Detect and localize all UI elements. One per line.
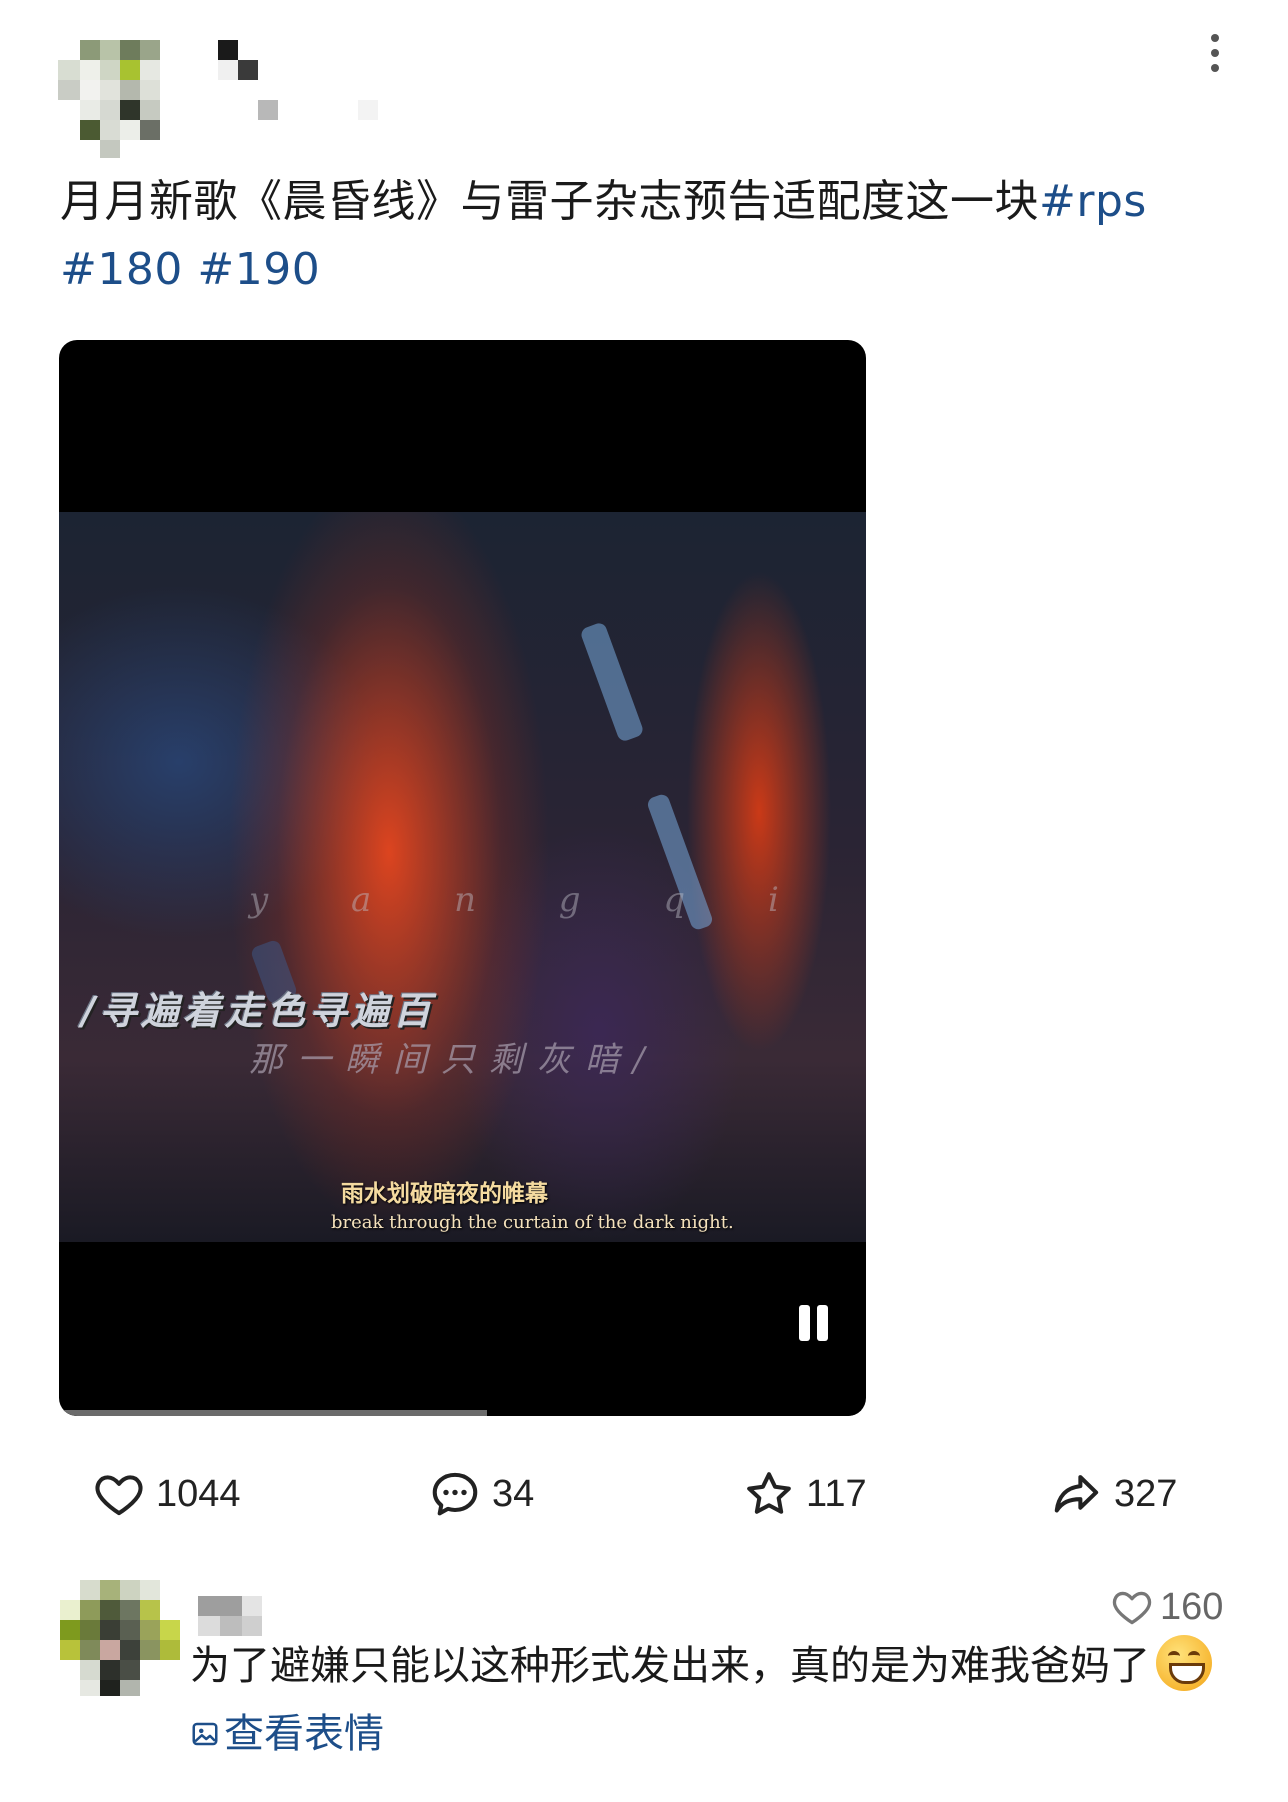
star-icon [747,1472,791,1514]
comment-body-text: 为了避嫌只能以这种形式发出来，真的是为难我爸妈了 [190,1643,1150,1689]
post-text: 月月新歌《晨昏线》与雷子杂志预告适配度这一块#rps #180 #190 [60,168,1220,304]
video-progress-track[interactable] [59,1410,866,1416]
video-watermark: y a n g q i [249,880,815,920]
comment-like-count: 160 [1160,1585,1224,1628]
grin-emoji-icon [1156,1635,1212,1691]
like-count: 1044 [156,1472,241,1515]
poster-name[interactable] [218,40,388,130]
video-frame[interactable]: y a n g q i /寻遍着走色寻遍百 那一瞬间只剩灰暗/ 雨水划破暗夜的帷… [59,512,866,1242]
video-lyric-overlay-2: 那一瞬间只剩灰暗/ [249,1040,659,1080]
poster-avatar[interactable] [58,40,182,158]
hashtag-180[interactable]: #180 [60,244,183,295]
favorite-count: 117 [806,1472,867,1515]
comment-icon [432,1472,478,1516]
post-body-text: 月月新歌《晨昏线》与雷子杂志预告适配度这一块 [60,176,1039,227]
share-count: 327 [1114,1472,1178,1515]
video-subtitle-en: break through the curtain of the dark ni… [331,1212,734,1233]
view-sticker-link[interactable]: 查看表情 [190,1711,384,1757]
heart-icon [1112,1591,1152,1625]
like-button[interactable]: 1044 [92,1466,241,1522]
hashtag-rps[interactable]: #rps [1039,176,1147,227]
view-sticker-label[interactable]: 查看表情 [224,1711,384,1757]
commenter-name[interactable] [198,1596,262,1636]
pause-icon[interactable] [793,1302,833,1342]
commenter-avatar[interactable] [60,1580,180,1696]
comment-button[interactable]: 34 [428,1466,534,1522]
heart-icon [95,1475,143,1516]
video-player[interactable]: y a n g q i /寻遍着走色寻遍百 那一瞬间只剩灰暗/ 雨水划破暗夜的帷… [59,340,866,1416]
share-button[interactable]: 327 [1050,1466,1177,1522]
hashtag-190[interactable]: #190 [197,244,320,295]
video-progress-fill [59,1410,487,1416]
more-icon[interactable] [1200,30,1230,76]
share-icon [1054,1475,1099,1513]
video-lyric-overlay-1: /寻遍着走色寻遍百 [81,988,435,1033]
comment-text: 为了避嫌只能以这种形式发出来，真的是为难我爸妈了查看表情 [190,1632,1250,1768]
comment-like-button[interactable]: 160 [1110,1582,1223,1632]
image-icon [192,1722,218,1746]
favorite-button[interactable]: 117 [742,1466,867,1522]
comment-count: 34 [492,1472,535,1515]
video-subtitle-cn: 雨水划破暗夜的帷幕 [341,1180,548,1207]
